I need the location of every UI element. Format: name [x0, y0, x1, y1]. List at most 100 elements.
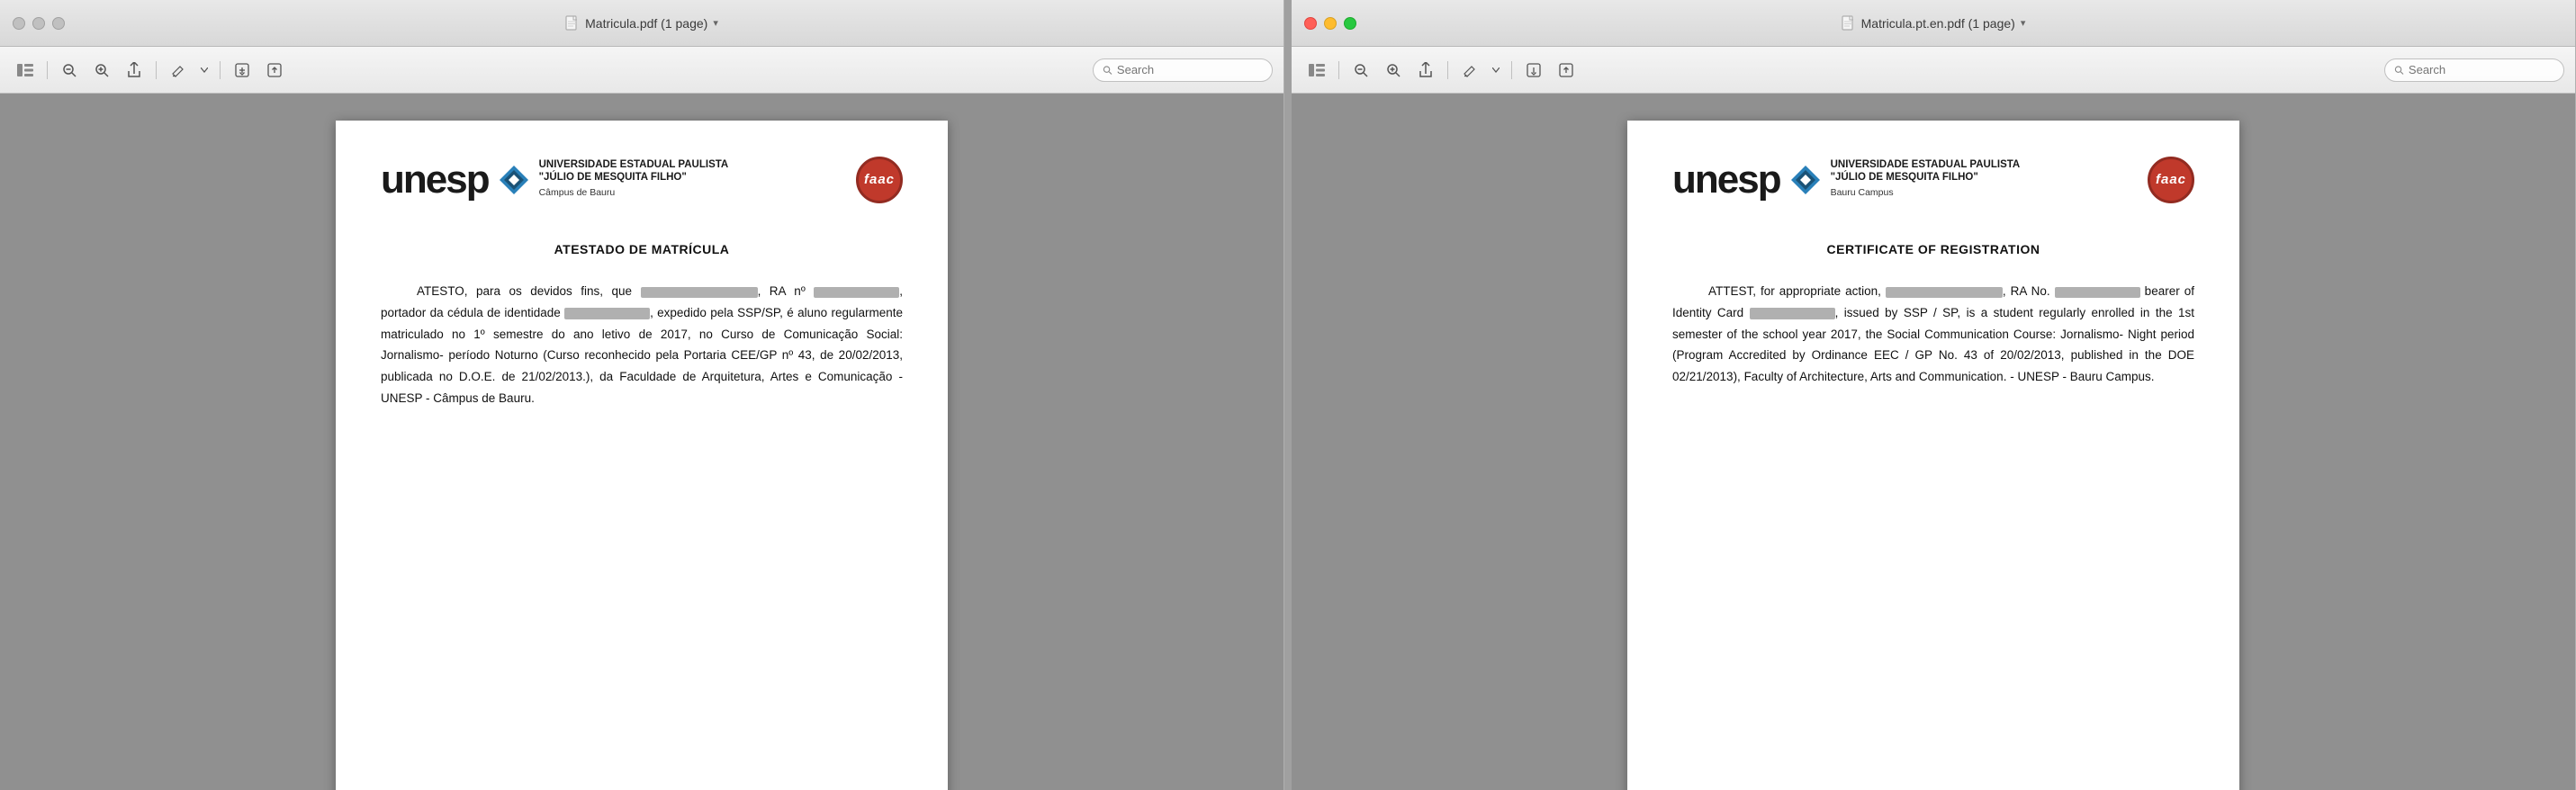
right-share-icon — [1419, 62, 1433, 78]
right-unesp-logo: unesp UNIVERSIDADE ESTADUAL PAULISTA "JÚ… — [1672, 159, 2020, 201]
left-search-icon — [1103, 65, 1112, 76]
left-redacted-name — [641, 287, 758, 298]
left-faac-label: faac — [864, 169, 895, 191]
right-zoom-out-icon — [1354, 63, 1368, 77]
zoom-in-icon — [95, 63, 109, 77]
right-traffic-lights — [1304, 17, 1356, 30]
right-search-input[interactable] — [2409, 63, 2554, 76]
left-import-button[interactable] — [228, 58, 257, 83]
right-title-chevron[interactable]: ▾ — [2021, 17, 2026, 29]
right-redacted-name — [1886, 287, 2003, 298]
left-close-button[interactable] — [13, 17, 25, 30]
right-unesp-text-block: UNIVERSIDADE ESTADUAL PAULISTA "JÚLIO DE… — [1831, 159, 2021, 201]
right-unesp-campus: Bauru Campus — [1831, 185, 2021, 201]
annotate-icon — [171, 63, 185, 77]
right-zoom-out-button[interactable] — [1347, 58, 1375, 83]
left-share-button[interactable] — [120, 58, 149, 83]
right-annotate-chevron[interactable] — [1488, 58, 1504, 83]
right-unesp-wordmark: unesp — [1672, 160, 1780, 200]
left-search-bar[interactable] — [1093, 58, 1273, 82]
right-chevron-down-icon — [1492, 67, 1500, 73]
right-annotate-button[interactable] — [1455, 58, 1484, 83]
panel-divider[interactable] — [1284, 0, 1292, 790]
left-redacted-rg — [564, 308, 650, 319]
zoom-out-icon — [62, 63, 77, 77]
left-zoom-out-button[interactable] — [55, 58, 84, 83]
right-redacted-rg — [1750, 308, 1835, 319]
sidebar-icon — [17, 64, 33, 76]
left-search-input[interactable] — [1117, 63, 1263, 76]
right-doc-body: ATTEST, for appropriate action, , RA No.… — [1672, 281, 2194, 387]
right-search-bar[interactable] — [2384, 58, 2564, 82]
right-title-bar: Matricula.pt.en.pdf (1 page) ▾ — [1292, 0, 2575, 47]
right-faac-label: faac — [2156, 169, 2186, 191]
right-zoom-in-button[interactable] — [1379, 58, 1408, 83]
left-max-button[interactable] — [52, 17, 65, 30]
right-doc-area: unesp UNIVERSIDADE ESTADUAL PAULISTA "JÚ… — [1292, 94, 2575, 790]
right-sep-1 — [1338, 61, 1339, 79]
left-section-title: ATESTADO DE MATRÍCULA — [381, 239, 903, 259]
right-search-icon — [2394, 65, 2404, 76]
left-sep-2 — [156, 61, 157, 79]
right-faac-badge: faac — [2148, 157, 2194, 203]
left-traffic-lights — [13, 17, 65, 30]
right-sep-3 — [1511, 61, 1512, 79]
right-export-button[interactable] — [1552, 58, 1581, 83]
left-unesp-campus: Câmpus de Bauru — [539, 185, 729, 201]
left-min-button[interactable] — [32, 17, 45, 30]
left-sep-1 — [47, 61, 48, 79]
right-body-paragraph: ATTEST, for appropriate action, , RA No.… — [1672, 281, 2194, 387]
right-import-icon — [1526, 62, 1542, 78]
left-doc-icon — [565, 15, 580, 31]
left-window-title: Matricula.pdf (1 page) ▾ — [565, 15, 718, 31]
left-toolbar — [0, 47, 1283, 94]
left-unesp-logo: unesp UNIVERSIDADE ESTADUAL PAULISTA "JÚ… — [381, 159, 728, 201]
share-icon — [127, 62, 141, 78]
left-doc-header: unesp UNIVERSIDADE ESTADUAL PAULISTA "JÚ… — [381, 157, 903, 212]
right-toolbar — [1292, 47, 2575, 94]
left-sidebar-toggle[interactable] — [11, 58, 40, 83]
export-icon — [266, 62, 283, 78]
right-export-icon — [1558, 62, 1574, 78]
right-title-text: Matricula.pt.en.pdf (1 page) — [1861, 16, 2015, 31]
left-doc-page: unesp UNIVERSIDADE ESTADUAL PAULISTA "JÚ… — [336, 121, 948, 790]
left-body-paragraph: ATESTO, para os devidos fins, que , RA n… — [381, 281, 903, 408]
left-unesp-line1: UNIVERSIDADE ESTADUAL PAULISTA — [539, 159, 729, 172]
right-window: Matricula.pt.en.pdf (1 page) ▾ — [1292, 0, 2576, 790]
left-sep-3 — [220, 61, 221, 79]
right-sep-2 — [1447, 61, 1448, 79]
right-window-title: Matricula.pt.en.pdf (1 page) ▾ — [1842, 15, 2026, 31]
right-share-button[interactable] — [1411, 58, 1440, 83]
left-title-text: Matricula.pdf (1 page) — [585, 16, 707, 31]
right-unesp-line1: UNIVERSIDADE ESTADUAL PAULISTA — [1831, 159, 2021, 172]
left-annotate-button[interactable] — [164, 58, 193, 83]
right-doc-header: unesp UNIVERSIDADE ESTADUAL PAULISTA "JÚ… — [1672, 157, 2194, 212]
left-window: Matricula.pdf (1 page) ▾ — [0, 0, 1284, 790]
chevron-down-icon — [201, 67, 208, 73]
left-zoom-in-button[interactable] — [87, 58, 116, 83]
left-doc-body: ATESTO, para os devidos fins, que , RA n… — [381, 281, 903, 408]
right-doc-page: unesp UNIVERSIDADE ESTADUAL PAULISTA "JÚ… — [1627, 121, 2239, 790]
right-close-button[interactable] — [1304, 17, 1317, 30]
left-export-button[interactable] — [260, 58, 289, 83]
left-faac-badge: faac — [856, 157, 903, 203]
left-title-bar: Matricula.pdf (1 page) ▾ — [0, 0, 1283, 47]
left-title-chevron[interactable]: ▾ — [713, 17, 718, 29]
right-min-button[interactable] — [1324, 17, 1337, 30]
right-import-button[interactable] — [1519, 58, 1548, 83]
right-max-button[interactable] — [1344, 17, 1356, 30]
right-sidebar-toggle[interactable] — [1302, 58, 1331, 83]
left-doc-area: unesp UNIVERSIDADE ESTADUAL PAULISTA "JÚ… — [0, 94, 1283, 790]
right-annotate-icon — [1463, 63, 1477, 77]
right-unesp-line2: "JÚLIO DE MESQUITA FILHO" — [1831, 172, 2021, 184]
left-unesp-text-block: UNIVERSIDADE ESTADUAL PAULISTA "JÚLIO DE… — [539, 159, 729, 201]
right-unesp-diamond-icon — [1789, 164, 1822, 196]
right-section-title: CERTIFICATE OF REGISTRATION — [1672, 239, 2194, 259]
left-unesp-diamond-icon — [498, 164, 530, 196]
left-unesp-wordmark: unesp — [381, 160, 489, 200]
right-doc-icon — [1842, 15, 1856, 31]
right-redacted-ra — [2055, 287, 2140, 298]
right-sidebar-icon — [1309, 64, 1325, 76]
left-annotate-chevron[interactable] — [196, 58, 212, 83]
right-zoom-in-icon — [1386, 63, 1401, 77]
